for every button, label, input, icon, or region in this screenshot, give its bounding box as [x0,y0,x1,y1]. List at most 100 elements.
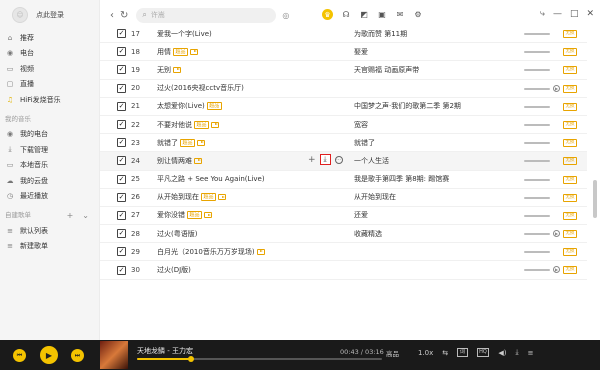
checkbox[interactable]: ✓ [117,101,126,111]
vip-crown-icon[interactable]: ♛ [322,9,333,20]
search-box[interactable]: ⌕ [136,7,277,23]
speed-button[interactable]: 1.0x [418,349,433,357]
checkbox[interactable]: ✓ [117,229,126,239]
song-title-text[interactable]: 过火(2016央视cctv音乐厅) [157,83,244,93]
song-title-text[interactable]: 太想爱你(Live) [157,101,205,111]
song-title-text[interactable]: 过火(粤语版) [157,229,197,239]
back-icon[interactable]: ‹ [110,10,114,21]
download-icon[interactable]: ⤓ [319,154,331,166]
album-name[interactable]: 从开始到现在 [354,192,396,202]
theme-icon[interactable]: ▣ [377,9,387,19]
checkbox[interactable]: ✓ [117,83,126,93]
avatar[interactable]: ☺ [12,7,28,23]
volume-icon[interactable]: ◀) [498,349,506,357]
loop-icon[interactable]: ⇆ [442,349,448,357]
song-title-text[interactable]: 别让情两难 [157,156,192,166]
login-area[interactable]: ☺ 点此登录 [0,0,99,30]
sidebar-item[interactable]: ▭ 视频 [0,61,99,77]
settings-icon[interactable]: ⚙ [413,9,423,19]
progress-knob[interactable] [187,356,194,362]
song-title[interactable]: 用情 超品 [157,47,199,57]
song-title[interactable]: 爱我一个字(Live) [157,29,212,39]
album-name[interactable]: 天官赐福 动画原声带 [354,65,419,75]
playlist-icon[interactable]: ≡ [528,349,534,357]
song-title[interactable]: 爱你没错 超品 [157,210,213,220]
add-playlist-icon[interactable]: + [67,208,74,223]
search-input[interactable] [150,11,261,19]
mv-play-icon[interactable] [190,48,199,55]
mv-play-icon[interactable] [194,157,202,164]
album-name[interactable]: 就错了 [354,138,375,148]
sidebar-item[interactable]: ◉ 我的电台 [0,127,99,143]
minimize-icon[interactable]: — [553,9,562,19]
mv-play-icon[interactable] [218,194,227,201]
song-title[interactable]: 太想爱你(Live) 超品 [157,101,222,111]
song-title[interactable]: 白月光（2010音乐万万岁现场) [157,247,265,257]
sidebar-item[interactable]: ☁ 我的云盘 [0,173,99,189]
song-title[interactable]: 从开始到现在 超品 [157,192,227,202]
sidebar-item[interactable]: ▭ 本地音乐 [0,158,99,174]
checkbox[interactable]: ✓ [117,65,126,75]
table-row[interactable]: ✓ 22 不要对他说 超品 宽容 无损 [100,116,587,135]
album-name[interactable]: 中国梦之声·我们的歌第二季 第2期 [354,101,461,111]
song-title-text[interactable]: 就错了 [157,138,178,148]
song-title[interactable]: 过火(2016央视cctv音乐厅) [157,83,244,93]
checkbox[interactable]: ✓ [117,138,126,148]
album-name[interactable]: 娶爱 [354,47,368,57]
song-title-text[interactable]: 不要对他说 [157,120,192,130]
album-name[interactable]: 收藏精选 [354,229,382,239]
checkbox[interactable]: ✓ [117,247,126,257]
checkbox[interactable]: ✓ [117,120,126,130]
now-playing-title[interactable]: 天地龙鳞 - 王力宏 [137,346,193,356]
download-icon[interactable]: ⤓ [516,348,519,357]
collapse-icon[interactable]: ⌄ [82,208,89,223]
mv-icon[interactable]: ▶ [553,266,560,274]
checkbox[interactable]: ✓ [117,192,126,202]
song-title[interactable]: 过火(DJ版) [157,265,191,275]
album-name[interactable]: 为歌而赞 第11期 [354,29,407,39]
song-title-text[interactable]: 爱我一个字(Live) [157,29,212,39]
song-title-text[interactable]: 爱你没错 [157,210,185,220]
scrollbar[interactable] [593,180,597,218]
headphone-icon[interactable]: ☊ [341,9,351,19]
checkbox[interactable]: ✓ [117,174,126,184]
album-name[interactable]: 宽容 [354,120,368,130]
maximize-icon[interactable]: □ [570,9,579,19]
quality-select[interactable]: 高品 [386,348,399,358]
album-cover[interactable] [100,341,128,369]
album-name[interactable]: 我是歌手第四季 第8期: 踢馆赛 [354,174,449,184]
next-icon[interactable]: ⏭ [71,349,84,362]
song-title[interactable]: 平凡之路 + See You Again(Live) [157,174,265,184]
song-title[interactable]: 别让情两难 [157,156,202,166]
play-icon[interactable]: ▶ [40,346,58,364]
song-title[interactable]: 不要对他说 超品 [157,120,220,130]
mini-mode-icon[interactable]: ⤷ [540,9,545,19]
song-title-text[interactable]: 过火(DJ版) [157,265,191,275]
song-title[interactable]: 无别 [157,65,181,75]
voice-search-icon[interactable]: ◎ [282,11,289,20]
checkbox[interactable]: ✓ [117,265,126,275]
mv-play-icon[interactable] [173,66,181,73]
more-icon[interactable]: ··· [334,155,343,164]
song-title-text[interactable]: 无别 [157,65,171,75]
add-icon[interactable]: + [308,155,316,165]
checkbox[interactable]: ✓ [117,29,126,39]
song-title[interactable]: 过火(粤语版) [157,229,197,239]
mail-icon[interactable]: ✉ [395,9,405,19]
table-row[interactable]: ✓ 20 过火(2016央视cctv音乐厅) ▶ 无损 [100,80,587,98]
skin-icon[interactable]: ◩ [359,9,369,19]
progress-bar[interactable] [137,356,382,362]
mv-play-icon[interactable] [211,121,220,128]
table-row[interactable]: ✓ 27 爱你没错 超品 还爱 无损 [100,207,587,226]
table-row[interactable]: ✓ 24 别让情两难 + ⤓ ··· 一个人生活 无损 [100,152,587,171]
checkbox[interactable]: ✓ [117,47,126,57]
checkbox[interactable]: ✓ [117,210,126,220]
sidebar-item[interactable]: ▢ 直播 [0,77,99,93]
close-icon[interactable]: ✕ [586,9,594,19]
table-row[interactable]: ✓ 25 平凡之路 + See You Again(Live) 我是歌手第四季 第8期… [100,171,587,189]
sidebar-item[interactable]: ◷ 最近播放 [0,189,99,205]
album-name[interactable]: 还爱 [354,210,368,220]
album-name[interactable]: 一个人生活 [354,156,389,166]
sidebar-item[interactable]: ⌂ 推荐 [0,30,99,46]
checkbox[interactable]: ✓ [117,156,126,166]
